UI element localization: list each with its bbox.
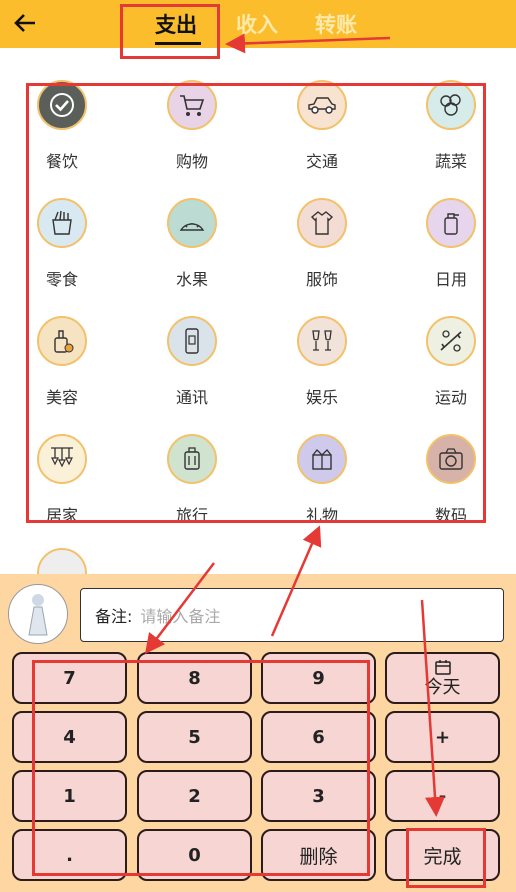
arrow-to-categories	[270, 525, 322, 637]
annotation-arrows	[144, 33, 445, 817]
arrow-to-done	[420, 599, 445, 817]
arrow-to-tab	[225, 33, 391, 54]
arrow-to-numpad	[144, 562, 215, 654]
